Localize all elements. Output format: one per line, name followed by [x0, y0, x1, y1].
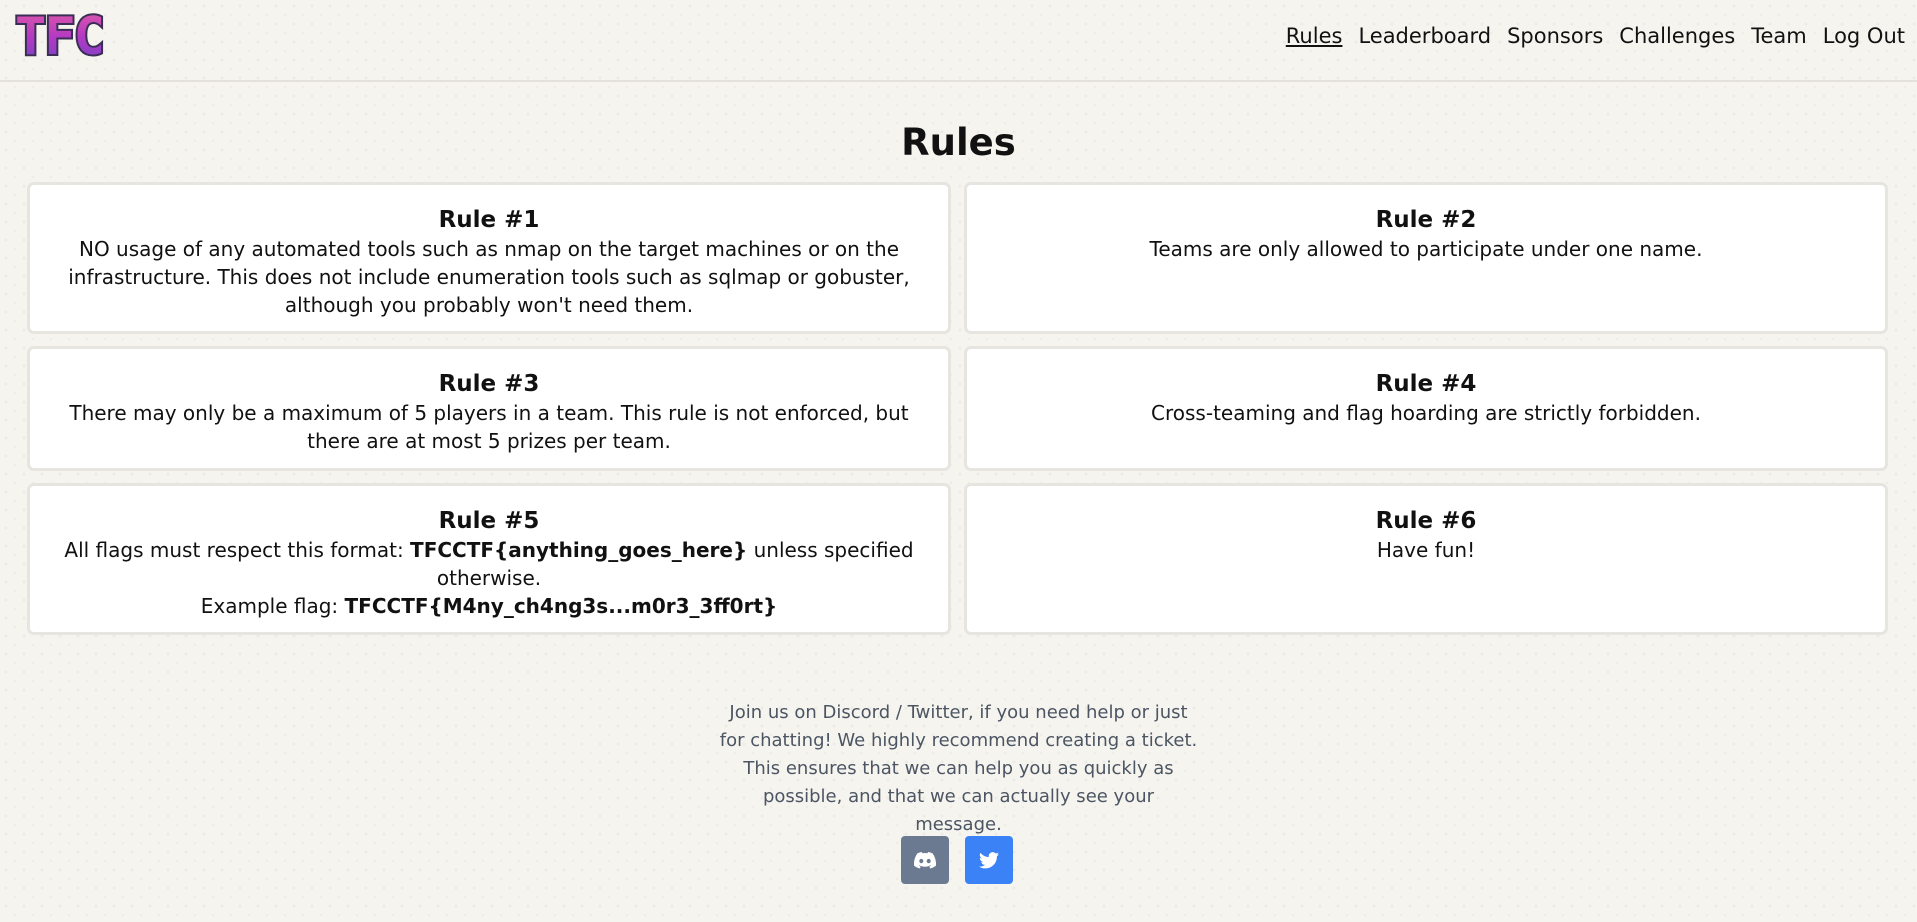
twitter-icon — [979, 851, 999, 868]
nav-rules[interactable]: Rules — [1286, 20, 1343, 52]
tfc-logo[interactable]: TFC — [11, 5, 143, 69]
example-label: Example flag: — [200, 594, 345, 618]
rule-text: Cross-teaming and flag hoarding are stri… — [1151, 401, 1701, 425]
rule-text: All flags must respect this format: TFCC… — [52, 536, 926, 620]
rule-title: Rule #5 — [438, 508, 540, 534]
twitter-button[interactable] — [965, 836, 1013, 884]
nav-leaderboard[interactable]: Leaderboard — [1358, 20, 1491, 52]
rule-text: There may only be a maximum of 5 players… — [69, 401, 909, 453]
rules-grid: Rule #1 NO usage of any automated tools … — [27, 182, 1888, 635]
rule-title: Rule #6 — [1375, 508, 1477, 534]
footer-message: Join us on Discord / Twitter, if you nee… — [719, 702, 1198, 835]
example-flag: TFCCTF{M4ny_ch4ng3s...m0r3_3ff0rt} — [344, 594, 778, 618]
nav-logout[interactable]: Log Out — [1823, 20, 1905, 52]
nav-sponsors[interactable]: Sponsors — [1507, 20, 1603, 52]
rule-text: NO usage of any automated tools such as … — [68, 237, 910, 317]
nav-team[interactable]: Team — [1751, 20, 1807, 52]
main-nav: Rules Leaderboard Sponsors Challenges Te… — [1286, 20, 1905, 52]
rule-card-4: Rule #4 Cross-teaming and flag hoarding … — [964, 346, 1888, 471]
svg-text:TFC: TFC — [15, 8, 103, 62]
page-title: Rules — [901, 120, 1016, 164]
tfc-logo-graphic: TFC — [13, 5, 107, 69]
rule-card-2: Rule #2 Teams are only allowed to partic… — [964, 182, 1888, 334]
rule-text: Teams are only allowed to participate un… — [1149, 237, 1703, 261]
rule-text-prefix: All flags must respect this format: — [64, 538, 411, 562]
rule-card-1: Rule #1 NO usage of any automated tools … — [27, 182, 951, 334]
rule-title: Rule #3 — [438, 371, 540, 397]
discord-icon — [914, 851, 936, 868]
rule-title: Rule #2 — [1375, 207, 1477, 233]
discord-button[interactable] — [901, 836, 949, 884]
top-navigation: TFC Rules Leaderboard Sponsors Challenge… — [0, 0, 1917, 82]
rule-card-5: Rule #5 All flags must respect this form… — [27, 483, 951, 635]
rule-title: Rule #1 — [438, 207, 540, 233]
rule-title: Rule #4 — [1375, 371, 1477, 397]
rule-card-6: Rule #6 Have fun! — [964, 483, 1888, 635]
rule-card-3: Rule #3 There may only be a maximum of 5… — [27, 346, 951, 471]
rule-text: Have fun! — [1376, 538, 1476, 562]
flag-format: TFCCTF{anything_goes_here} — [410, 538, 748, 562]
nav-challenges[interactable]: Challenges — [1619, 20, 1735, 52]
